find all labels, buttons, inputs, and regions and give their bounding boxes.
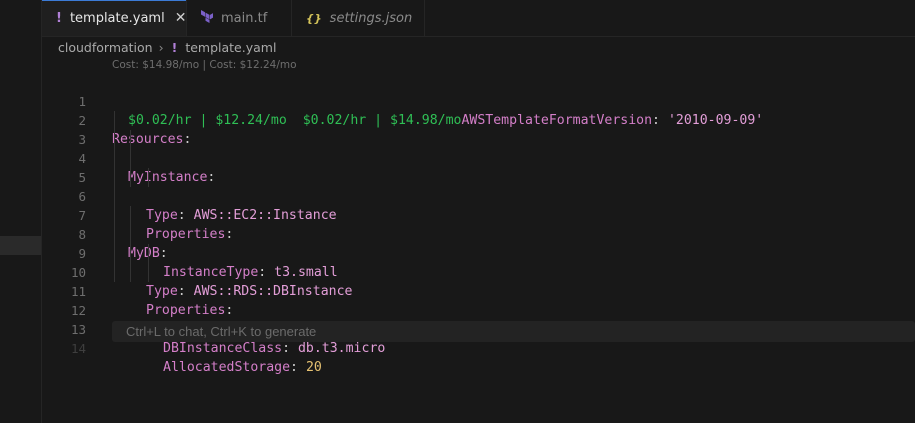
- yaml-key: AllocatedStorage: [163, 360, 291, 375]
- indent-guide: [114, 206, 115, 225]
- indent-guide: [114, 244, 115, 263]
- yaml-value: db.t3.micro: [297, 341, 386, 356]
- indent-guide: [130, 244, 131, 263]
- code-line: 4 Type: AWS::EC2::Instance: [42, 130, 915, 223]
- code-line: 9 Properties:: [42, 225, 915, 318]
- breadcrumb-file[interactable]: template.yaml: [185, 40, 276, 55]
- code-editor[interactable]: 1 $0.02/hr | $12.24/mo $0.02/hr | $14.98…: [42, 73, 915, 375]
- indent-guide: [130, 206, 131, 225]
- code-line: 8 Type: AWS::RDS::DBInstance: [42, 206, 915, 299]
- indent-guide: [130, 130, 131, 149]
- yaml-value: 20: [305, 360, 322, 375]
- indent-guide: [130, 149, 131, 168]
- activity-bar: [0, 0, 42, 423]
- breadcrumb: cloudformation › ! template.yaml: [58, 38, 276, 56]
- chat-hint[interactable]: Ctrl+L to chat, Ctrl+K to generate: [112, 321, 915, 342]
- breadcrumb-folder[interactable]: cloudformation: [58, 40, 153, 55]
- indent-guide: [130, 263, 131, 282]
- indent-guide: [130, 225, 131, 244]
- yaml-key: DBInstanceClass: [163, 341, 283, 356]
- indent-guide: [148, 263, 149, 282]
- code-line: 1 $0.02/hr | $12.24/mo $0.02/hr | $14.98…: [42, 73, 915, 128]
- indent-guide: [114, 111, 115, 130]
- code-line: 3 MyInstance:: [42, 111, 915, 185]
- code-line: 13: [42, 301, 915, 337]
- indent-guide: [114, 225, 115, 244]
- code-line: 6 InstanceType: t3.small: [42, 168, 915, 280]
- tab-settings-json[interactable]: {} settings.json: [292, 0, 425, 36]
- code-line: 5 Properties:: [42, 149, 915, 242]
- codelens-cost[interactable]: Cost: $14.98/mo | Cost: $12.24/mo: [112, 59, 297, 71]
- code-line: 11 AllocatedStorage: 20: [42, 263, 915, 375]
- indent-guide: [114, 168, 115, 187]
- tab-label: main.tf: [221, 10, 268, 26]
- chevron-right-icon: ›: [158, 39, 164, 55]
- indent-guide: [130, 168, 131, 187]
- indent-guide: [148, 244, 149, 263]
- indent-guide: [148, 168, 149, 187]
- activity-bar-highlight: [0, 236, 41, 255]
- code-line: 12: [42, 282, 915, 318]
- indent-guide: [114, 130, 115, 149]
- close-icon[interactable]: ✕: [175, 10, 187, 26]
- line-number: 14: [70, 341, 86, 356]
- tab-label: template.yaml: [69, 10, 165, 26]
- tab-label: settings.json: [329, 10, 413, 26]
- yaml-file-icon: !: [171, 39, 178, 55]
- indent-guide: [114, 187, 115, 206]
- yaml-file-icon: !: [56, 10, 62, 26]
- code-line: 2 Resources:: [42, 92, 915, 147]
- indent-guide: [114, 149, 115, 168]
- tab-template-yaml[interactable]: ! template.yaml ✕: [42, 0, 187, 36]
- indent-guide: [114, 263, 115, 282]
- json-file-icon: {}: [306, 11, 322, 25]
- tab-main-tf[interactable]: main.tf: [187, 0, 292, 36]
- tab-bar: ! template.yaml ✕ main.tf {} settings.js…: [42, 0, 915, 37]
- terraform-file-icon: [201, 9, 213, 27]
- code-line: 7 MyDB:: [42, 187, 915, 261]
- code-line: 10 DBInstanceClass: db.t3.micro: [42, 244, 915, 356]
